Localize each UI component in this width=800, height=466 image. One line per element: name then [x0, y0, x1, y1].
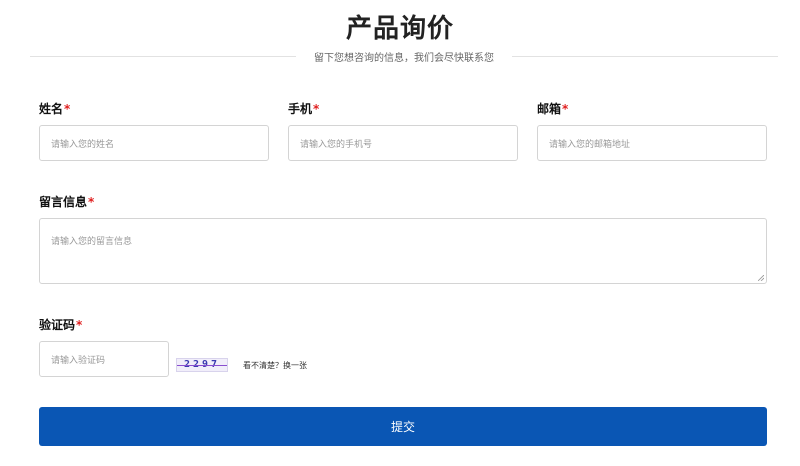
inquiry-page: 产品询价 留下您想咨询的信息，我们会尽快联系您 姓名* 手机* 邮箱* 请输入您…: [0, 0, 800, 466]
required-mark: *: [64, 102, 71, 116]
captcha-image[interactable]: 2297: [176, 358, 228, 372]
message-textarea[interactable]: 请输入您的留言信息: [39, 218, 767, 284]
name-label-text: 姓名: [39, 102, 64, 116]
captcha-noise-line: [177, 365, 227, 366]
captcha-input[interactable]: 请输入验证码: [39, 341, 169, 377]
name-placeholder: 请输入您的姓名: [51, 139, 115, 150]
required-mark: *: [88, 195, 95, 209]
captcha-placeholder: 请输入验证码: [51, 355, 106, 366]
divider-right: [512, 56, 778, 57]
phone-input[interactable]: 请输入您的手机号: [288, 125, 518, 161]
message-label: 留言信息*: [39, 193, 94, 210]
phone-label: 手机*: [288, 100, 319, 117]
required-mark: *: [313, 102, 320, 116]
submit-button[interactable]: 提交: [39, 407, 767, 446]
email-input[interactable]: 请输入您的邮箱地址: [537, 125, 767, 161]
name-input[interactable]: 请输入您的姓名: [39, 125, 269, 161]
page-title: 产品询价: [345, 14, 454, 44]
message-label-text: 留言信息: [39, 195, 88, 209]
required-mark: *: [76, 318, 83, 332]
resize-grip-icon[interactable]: [758, 275, 764, 281]
captcha-refresh-link[interactable]: 看不清楚？换一张: [243, 360, 307, 371]
email-placeholder: 请输入您的邮箱地址: [549, 139, 631, 150]
captcha-label-text: 验证码: [39, 318, 76, 332]
email-label: 邮箱*: [537, 100, 568, 117]
phone-label-text: 手机: [288, 102, 313, 116]
phone-placeholder: 请输入您的手机号: [300, 139, 373, 150]
captcha-label: 验证码*: [39, 316, 82, 333]
email-label-text: 邮箱: [537, 102, 562, 116]
required-mark: *: [562, 102, 569, 116]
name-label: 姓名*: [39, 100, 70, 117]
message-placeholder: 请输入您的留言信息: [51, 237, 133, 247]
subtitle-row: 留下您想咨询的信息，我们会尽快联系您: [30, 48, 778, 66]
